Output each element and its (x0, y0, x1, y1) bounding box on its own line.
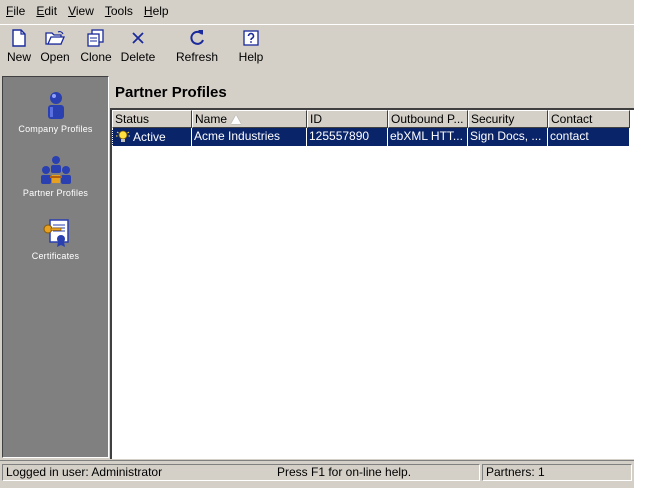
logged-in-user: Logged in user: Administrator (6, 465, 163, 479)
sidebar-item-certificates[interactable]: Certificates (3, 212, 108, 261)
menu-tools[interactable]: Tools (99, 0, 138, 22)
help-button[interactable]: Help (234, 27, 268, 65)
sort-ascending-icon (231, 115, 242, 124)
cell-status: Active (112, 128, 192, 146)
open-button[interactable]: Open (38, 27, 72, 65)
column-header-id[interactable]: ID (307, 110, 388, 128)
cell-security: Sign Docs, ... (468, 128, 548, 146)
menu-file[interactable]: File (0, 0, 30, 22)
menu-help[interactable]: Help (138, 0, 174, 22)
toolbar: New Open Clone Delete Refresh Help (0, 24, 634, 73)
lightbulb-icon (116, 130, 130, 144)
cell-name: Acme Industries (192, 128, 307, 146)
refresh-button[interactable]: Refresh (172, 27, 222, 65)
title-strip: Partner Profiles (110, 76, 634, 108)
column-header-security[interactable]: Security (468, 110, 548, 128)
partner-profiles-icon (3, 149, 108, 185)
certificates-icon (3, 212, 108, 248)
column-header-outbound[interactable]: Outbound P... (388, 110, 468, 128)
clone-button[interactable]: Clone (78, 27, 114, 65)
column-header-name[interactable]: Name (192, 110, 307, 128)
table-header: Status Name ID Outbound P... Security Co… (112, 110, 630, 128)
delete-x-icon (118, 27, 158, 49)
company-profiles-icon (3, 85, 108, 121)
app-window: File Edit View Tools Help New Open Clone (0, 0, 634, 488)
table-row[interactable]: Active Acme Industries 125557890 ebXML H… (112, 128, 630, 146)
column-header-contact[interactable]: Contact (548, 110, 630, 128)
partner-table: Status Name ID Outbound P... Security Co… (110, 108, 634, 459)
cell-outbound: ebXML HTT... (388, 128, 468, 146)
partner-count: Partners: 1 (482, 464, 632, 481)
new-document-icon (4, 27, 34, 49)
help-hint: Press F1 for on-line help. (277, 465, 412, 479)
menu-view[interactable]: View (62, 0, 99, 22)
sidebar-item-partner-profiles[interactable]: Partner Profiles (3, 149, 108, 198)
help-question-icon (234, 27, 268, 49)
menu-bar: File Edit View Tools Help (0, 0, 634, 22)
open-folder-icon (38, 27, 72, 49)
main-panel: Partner Profiles Status Name ID Outbound… (110, 76, 634, 459)
refresh-icon (172, 27, 222, 49)
status-bar: Logged in user: Administrator Press F1 f… (0, 460, 634, 483)
status-panel-main: Logged in user: Administrator Press F1 f… (2, 464, 480, 481)
column-header-status[interactable]: Status (112, 110, 192, 128)
new-button[interactable]: New (4, 27, 34, 65)
delete-button[interactable]: Delete (118, 27, 158, 65)
sidebar-item-company-profiles[interactable]: Company Profiles (3, 85, 108, 134)
menu-edit[interactable]: Edit (30, 0, 62, 22)
cell-contact: contact (548, 128, 630, 146)
clone-icon (78, 27, 114, 49)
sidebar: Company Profiles Partner Profiles Certif… (2, 76, 109, 458)
cell-id: 125557890 (307, 128, 388, 146)
page-title: Partner Profiles (115, 84, 227, 101)
